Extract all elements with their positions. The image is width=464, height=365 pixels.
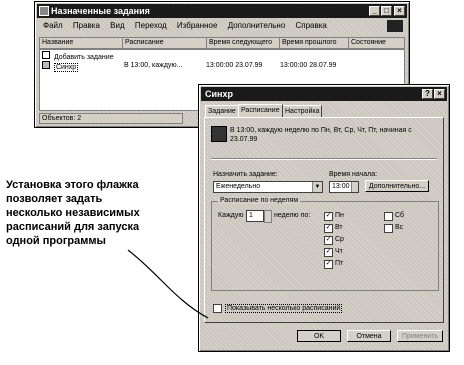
cancel-button[interactable]: Отмена <box>347 330 391 342</box>
task-icon <box>42 61 50 69</box>
menu-edit[interactable]: Правка <box>73 21 100 30</box>
close-button[interactable]: × <box>394 6 405 16</box>
multiple-schedules-label[interactable]: Показывать несколько расписаний <box>225 304 343 313</box>
add-task-icon <box>42 51 50 59</box>
day-label-wed: Ср <box>335 236 344 243</box>
col-status[interactable]: Состояние <box>349 38 404 48</box>
day-checkbox-wed[interactable]: ✓ <box>324 236 333 245</box>
every-weeks-input[interactable]: 1 <box>246 210 264 222</box>
dialog-title: Синхр <box>205 89 233 99</box>
day-label-sun: Вс <box>395 224 404 231</box>
help-button[interactable]: ? <box>422 89 433 99</box>
list-item[interactable]: Добавить задание <box>42 51 114 61</box>
day-label-sat: Сб <box>395 212 405 219</box>
col-schedule[interactable]: Расписание <box>123 38 207 48</box>
folder-icon <box>39 6 49 16</box>
calendar-icon <box>211 126 227 142</box>
start-time-label: Время начала: <box>329 171 378 178</box>
schedule-type-label: Назначить задание: <box>213 171 278 178</box>
main-window-title: Назначенные задания <box>51 6 150 16</box>
ok-button[interactable]: OK <box>297 330 341 342</box>
list-header: Название Расписание Время следующего Вре… <box>39 37 405 49</box>
apply-button[interactable]: Применить <box>397 330 443 342</box>
day-label-thu: Чт <box>335 248 343 255</box>
schedule-panel: В 13:00, каждую неделю по Пн, Вт, Ср, Чт… <box>204 117 444 323</box>
day-label-mon: Пн <box>335 212 344 219</box>
chevron-down-icon: ▼ <box>312 182 322 192</box>
minimize-button[interactable]: _ <box>369 6 380 16</box>
dialog-titlebar: Синхр ? × <box>201 87 447 101</box>
tab-task[interactable]: Задание <box>205 105 239 117</box>
callout-text: Установка этого флажка позволяет задать … <box>6 179 140 247</box>
menu-go[interactable]: Переход <box>135 21 167 30</box>
menu-bar: Файл Правка Вид Переход Избранное Дополн… <box>43 21 335 30</box>
dialog-close-button[interactable]: × <box>434 89 445 99</box>
spinner-icon <box>351 182 358 192</box>
task-schedule: В 13:00, каждую... <box>124 62 183 69</box>
every-label: Каждую <box>218 212 244 219</box>
day-checkbox-thu[interactable]: ✓ <box>324 248 333 257</box>
schedule-summary: В 13:00, каждую неделю по Пн, Вт, Ср, Чт… <box>230 127 412 143</box>
menu-file[interactable]: Файл <box>43 21 63 30</box>
every-weeks-value: 1 <box>249 212 253 219</box>
day-checkbox-mon[interactable]: ✓ <box>324 212 333 221</box>
tab-schedule[interactable]: Расписание <box>238 104 283 117</box>
day-checkbox-tue[interactable]: ✓ <box>324 224 333 233</box>
tab-settings[interactable]: Настройка <box>282 105 323 117</box>
tab-strip: Задание Расписание Настройка <box>205 104 443 117</box>
task-properties-dialog: Синхр ? × Задание Расписание Настройка В… <box>198 84 450 352</box>
start-time-input[interactable]: 13:00 <box>329 181 359 193</box>
col-next-run[interactable]: Время следующего <box>207 38 280 48</box>
advanced-button[interactable]: Дополнительно... <box>365 180 429 192</box>
start-time-value: 13:00 <box>332 183 350 190</box>
task-name: Добавить задание <box>53 54 114 61</box>
schedule-type-value: Еженедельно <box>216 183 261 190</box>
day-checkbox-sun[interactable] <box>384 224 393 233</box>
weeks-on-label: неделю по: <box>274 212 311 219</box>
main-titlebar: Назначенные задания _ □ × <box>37 4 407 18</box>
list-item[interactable]: Синхр В 13:00, каждую... 13:00:00 23.07.… <box>42 61 402 72</box>
menu-help[interactable]: Справка <box>296 21 327 30</box>
task-last-run: 13:00:00 28.07.99 <box>280 62 337 69</box>
spinner-icon[interactable] <box>264 210 272 223</box>
multiple-schedules-checkbox[interactable] <box>213 304 222 313</box>
separator <box>211 158 437 160</box>
col-last-run[interactable]: Время прошлого <box>280 38 349 48</box>
menu-view[interactable]: Вид <box>110 21 124 30</box>
menu-favorites[interactable]: Избранное <box>177 21 218 30</box>
day-label-fri: Пт <box>335 260 344 267</box>
col-name[interactable]: Название <box>40 38 123 48</box>
day-label-tue: Вт <box>335 224 343 231</box>
menu-advanced[interactable]: Дополнительно <box>228 21 286 30</box>
weekly-group: Расписание по неделям Каждую 1 неделю по… <box>211 197 439 291</box>
windows-logo-icon <box>387 20 403 32</box>
day-checkbox-sat[interactable] <box>384 212 393 221</box>
weekly-group-label: Расписание по неделям <box>218 197 301 204</box>
schedule-type-select[interactable]: Еженедельно ▼ <box>213 181 323 193</box>
task-next-run: 13:00:00 23.07.99 <box>206 62 263 69</box>
status-bar: Объектов: 2 <box>39 113 183 124</box>
day-checkbox-fri[interactable]: ✓ <box>324 260 333 269</box>
maximize-button[interactable]: □ <box>381 6 392 16</box>
task-name: Синхр <box>53 63 79 72</box>
